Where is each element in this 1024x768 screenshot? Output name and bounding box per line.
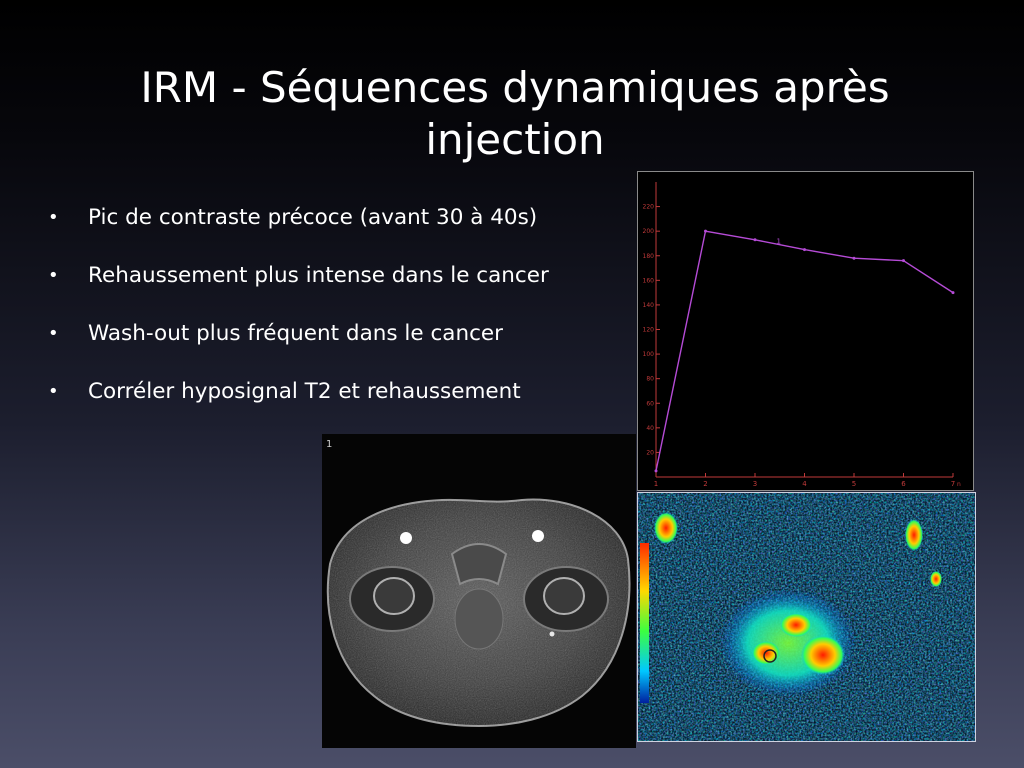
series-label: 1: [777, 238, 781, 246]
hot-spot-lesion-center: [780, 613, 812, 637]
bullet-item: • Rehaussement plus intense dans le cance…: [48, 262, 628, 320]
hot-spot-lesion-right: [801, 635, 845, 675]
prostate-region: [454, 588, 504, 650]
series-point: [654, 469, 658, 473]
chart-series: 1: [654, 229, 955, 473]
y-tick-label: 20: [646, 449, 654, 456]
y-tick-label: 60: [646, 400, 654, 407]
y-tick-label: 120: [643, 327, 655, 334]
vessel-hotspot-right: [930, 571, 942, 587]
bullet-dot-icon: •: [48, 265, 59, 286]
right-vessel-bright-spot: [532, 530, 544, 542]
y-tick-label: 40: [646, 425, 654, 432]
y-tick-label: 140: [643, 302, 655, 309]
small-bright-spot: [549, 631, 555, 637]
series-point: [753, 238, 757, 242]
vessel-hotspot-top-left: [654, 512, 678, 544]
bullet-text: Pic de contraste précoce (avant 30 à 40s…: [88, 205, 538, 230]
series-point: [704, 229, 707, 233]
series-line: [655, 230, 954, 471]
mri-image-label: 1: [326, 439, 332, 450]
y-tick-label: 160: [643, 277, 655, 284]
chart-axes: [655, 182, 953, 478]
x-tick-label: 6: [901, 480, 906, 488]
bullet-list: • Pic de contraste précoce (avant 30 à 40…: [48, 204, 628, 436]
x-tick-label: 1: [654, 480, 658, 488]
pubic-symphysis: [450, 543, 508, 586]
axial-mri-image: 1: [322, 434, 636, 748]
y-tick-label: 220: [643, 204, 655, 211]
bullet-dot-icon: •: [48, 207, 59, 228]
map-svg: [638, 493, 975, 741]
chart-y-ticks: 20 40 60 80 100 120 140 160 180 200 220: [643, 204, 660, 456]
series-point: [852, 256, 856, 260]
mri-svg: 1: [326, 439, 631, 728]
left-femoral-head: [373, 577, 415, 615]
x-tick-label: 3: [753, 480, 757, 488]
x-tick-label: 5: [852, 480, 856, 488]
title-line-2: injection: [425, 115, 605, 164]
bullet-text: Wash-out plus fréquent dans le cancer: [88, 321, 503, 346]
enhancement-curve-chart: 20 40 60 80 100 120 140 160 180 200 220 1 2 3 4 5 6 7n 1: [637, 171, 974, 491]
y-tick-label: 180: [643, 253, 655, 260]
series-point: [902, 259, 905, 263]
title-line-1: IRM - Séquences dynamiques après: [140, 63, 890, 112]
bullet-item: • Pic de contraste précoce (avant 30 à 40…: [48, 204, 628, 262]
slide-title: IRM - Séquences dynamiques après injecti…: [80, 62, 950, 166]
bullet-item: • Corréler hyposignal T2 et rehaussement: [48, 378, 628, 436]
color-perfusion-map: [637, 492, 976, 742]
bullet-item: • Wash-out plus fréquent dans le cancer: [48, 320, 628, 378]
bullet-text: Corréler hyposignal T2 et rehaussement: [88, 379, 521, 404]
bullet-text: Rehaussement plus intense dans le cancer: [88, 263, 549, 288]
right-femoral-head: [543, 577, 585, 615]
bullet-dot-icon: •: [48, 323, 59, 344]
chart-x-ticks: 1 2 3 4 5 6 7n: [654, 473, 961, 488]
bullet-dot-icon: •: [48, 381, 59, 402]
y-tick-label: 100: [643, 351, 655, 358]
y-tick-label: 200: [643, 228, 655, 235]
x-tick-label: 2: [703, 480, 707, 488]
x-unit-label: n: [957, 481, 961, 488]
x-tick-label: 7: [951, 480, 955, 488]
chart-svg: 20 40 60 80 100 120 140 160 180 200 220 1 2 3 4 5 6 7n 1: [643, 182, 961, 488]
series-point: [803, 248, 806, 252]
color-scale-bar: [640, 543, 649, 703]
vessel-hotspot-top-right: [905, 519, 923, 551]
y-tick-label: 80: [646, 376, 654, 383]
left-vessel-bright-spot: [400, 532, 412, 544]
x-tick-label: 4: [802, 480, 807, 488]
series-point: [951, 291, 955, 295]
